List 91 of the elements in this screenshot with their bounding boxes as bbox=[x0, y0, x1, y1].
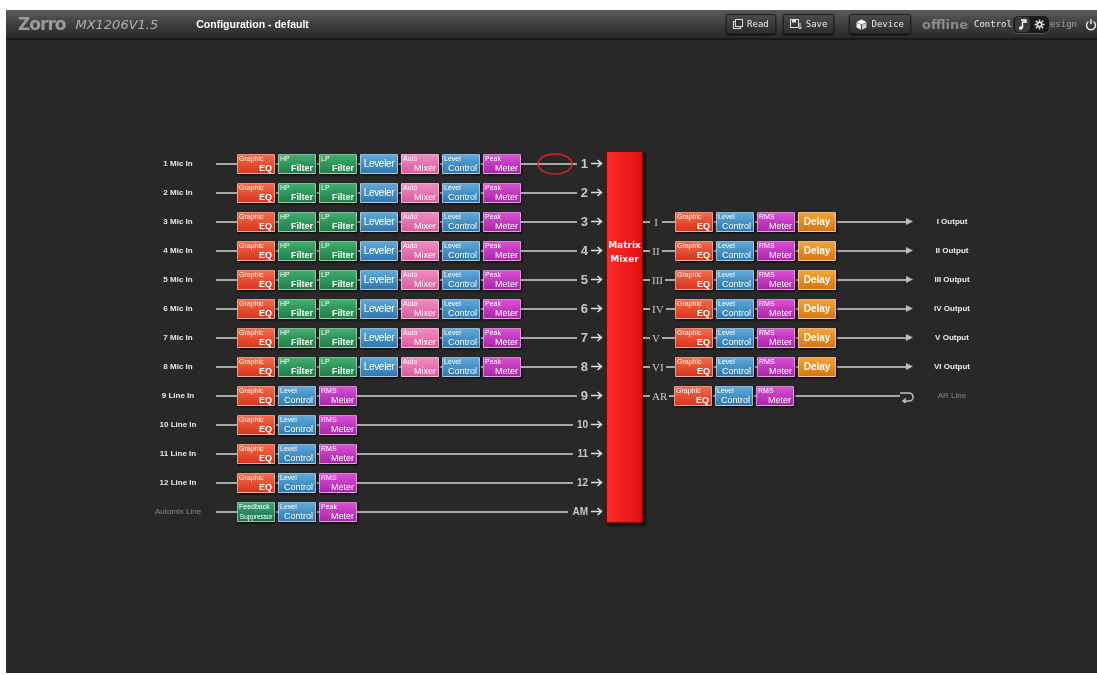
leveler-block[interactable]: Leveler bbox=[360, 298, 398, 319]
device-button[interactable]: Device bbox=[849, 14, 911, 34]
channel-number: 8 bbox=[580, 359, 588, 374]
input-label: 2 Mic In bbox=[162, 188, 194, 197]
arrowhead-icon bbox=[906, 333, 914, 342]
channel-number: 2 bbox=[580, 185, 588, 200]
arrowhead-icon bbox=[906, 246, 914, 255]
mode-toggle-option[interactable] bbox=[1031, 16, 1047, 32]
input-label: Automix Line bbox=[153, 507, 203, 516]
arrow-icon bbox=[591, 275, 603, 284]
logo: Zorro bbox=[18, 14, 66, 34]
output-number: I bbox=[653, 215, 659, 228]
output-label: VI Output bbox=[933, 362, 971, 371]
output-label: I Output bbox=[935, 217, 969, 226]
output-number: AR bbox=[651, 389, 669, 402]
arrow-icon bbox=[591, 304, 603, 313]
output-number: V bbox=[651, 331, 661, 344]
input-label: 4 Mic In bbox=[162, 246, 194, 255]
input-label: 8 Mic In bbox=[162, 362, 194, 371]
input-label: 6 Mic In bbox=[162, 304, 194, 313]
mode-label: Control bbox=[973, 19, 1012, 29]
arrow-icon bbox=[591, 449, 603, 458]
copy-icon bbox=[733, 19, 744, 29]
output-label: II Output bbox=[934, 246, 970, 255]
output-label: V Output bbox=[934, 333, 970, 342]
channel-number: 12 bbox=[576, 477, 588, 488]
delay-block[interactable]: Delay bbox=[798, 240, 836, 261]
leveler-block[interactable]: Leveler bbox=[360, 269, 398, 290]
input-label: 7 Mic In bbox=[162, 333, 194, 342]
channel-number: 11 bbox=[577, 448, 588, 459]
channel-number: 6 bbox=[580, 301, 588, 316]
power-icon[interactable] bbox=[1085, 17, 1097, 31]
arrowhead-icon bbox=[906, 362, 914, 371]
leveler-block[interactable]: Leveler bbox=[360, 356, 398, 377]
arrow-icon bbox=[591, 362, 603, 371]
save-icon bbox=[789, 18, 802, 30]
arrowhead-icon bbox=[906, 217, 914, 226]
input-label: 5 Mic In bbox=[162, 275, 194, 284]
save-button[interactable]: Save bbox=[782, 14, 835, 34]
gear-icon bbox=[1033, 18, 1045, 30]
leveler-block[interactable]: Leveler bbox=[360, 153, 398, 174]
delay-block[interactable]: Delay bbox=[798, 211, 836, 232]
arrow-icon bbox=[591, 188, 603, 197]
input-label: 3 Mic In bbox=[162, 217, 194, 226]
output-number: VI bbox=[651, 360, 665, 373]
output-number: II bbox=[651, 244, 661, 257]
model-name: MX1206V1.5 bbox=[75, 16, 159, 32]
leveler-block[interactable]: Leveler bbox=[360, 240, 398, 261]
arrowhead-icon bbox=[906, 275, 914, 284]
arrow-icon bbox=[591, 159, 603, 168]
output-label: AR Line bbox=[936, 391, 968, 400]
channel-number: 3 bbox=[580, 214, 588, 229]
arrow-icon bbox=[591, 478, 603, 487]
mode-label: esign bbox=[1049, 19, 1077, 29]
leveler-block[interactable]: Leveler bbox=[360, 182, 398, 203]
input-label: 10 Line In bbox=[158, 420, 198, 429]
arrow-icon bbox=[591, 391, 603, 400]
matrix-mixer-block[interactable]: Matrix Mixer bbox=[606, 151, 643, 523]
channel-number: 9 bbox=[580, 388, 588, 403]
window-title: Configuration - default bbox=[196, 18, 309, 30]
channel-number: 10 bbox=[576, 419, 588, 430]
leveler-block[interactable]: Leveler bbox=[360, 327, 398, 348]
delay-block[interactable]: Delay bbox=[798, 298, 836, 319]
leveler-block[interactable]: Leveler bbox=[360, 211, 398, 232]
output-label: III Output bbox=[933, 275, 971, 284]
mode-toggle-option[interactable] bbox=[1014, 16, 1030, 32]
read-button[interactable]: Read bbox=[726, 14, 776, 34]
input-label: 12 Line In bbox=[158, 478, 198, 487]
music-note-icon bbox=[1017, 18, 1027, 30]
delay-block[interactable]: Delay bbox=[798, 356, 836, 377]
output-number: III bbox=[651, 273, 664, 286]
input-label: 11 Line In bbox=[158, 449, 198, 458]
channel-number: 4 bbox=[580, 243, 588, 258]
input-label: 1 Mic In bbox=[162, 159, 194, 168]
arrow-icon bbox=[591, 246, 603, 255]
input-label: 9 Line In bbox=[160, 391, 196, 400]
channel-number: 1 bbox=[580, 156, 588, 171]
arrow-icon bbox=[591, 333, 603, 342]
channel-number: 5 bbox=[580, 272, 588, 287]
arrowhead-icon bbox=[906, 304, 914, 313]
output-label: IV Output bbox=[933, 304, 971, 313]
arrow-icon bbox=[591, 217, 603, 226]
arrow-icon bbox=[591, 420, 603, 429]
delay-block[interactable]: Delay bbox=[798, 269, 836, 290]
channel-number: AM bbox=[572, 506, 588, 517]
cube-icon bbox=[856, 18, 868, 30]
arrow-icon bbox=[591, 507, 603, 516]
output-number: IV bbox=[651, 302, 665, 315]
delay-block[interactable]: Delay bbox=[798, 327, 836, 348]
channel-number: 7 bbox=[580, 330, 588, 345]
status-label: offline bbox=[922, 16, 968, 32]
